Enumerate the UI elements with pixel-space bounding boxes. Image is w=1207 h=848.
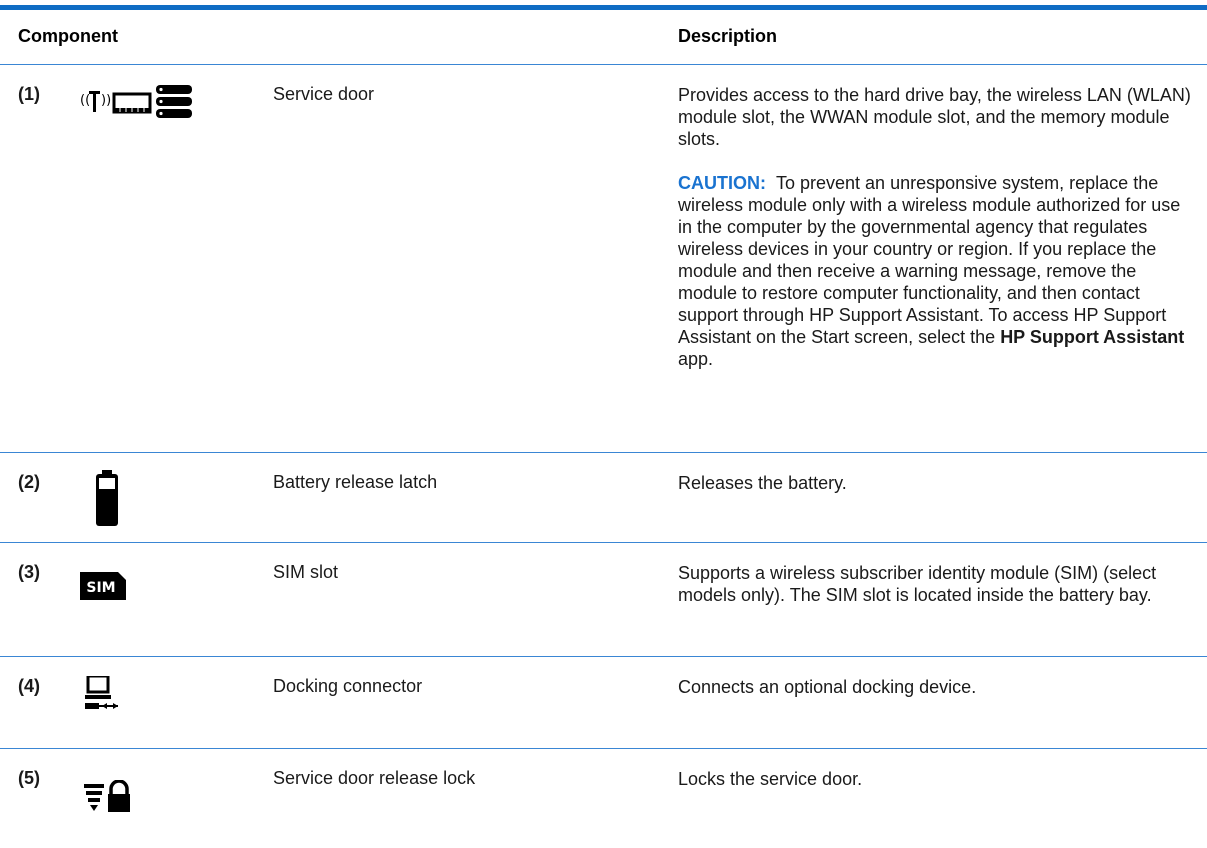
wireless-memory-harddrive-icon: (( )) bbox=[80, 82, 230, 122]
row-number: (2) bbox=[18, 472, 40, 492]
caution-app-name: HP Support Assistant bbox=[1000, 327, 1185, 347]
row-separator bbox=[0, 748, 1207, 749]
service-door-lock-icon bbox=[84, 780, 134, 814]
svg-text:SIM: SIM bbox=[86, 580, 115, 596]
description-text: Provides access to the hard drive bay, t… bbox=[678, 85, 1191, 149]
component-name: Service door release lock bbox=[273, 768, 476, 788]
component-name: Service door bbox=[273, 84, 375, 104]
battery-icon bbox=[96, 470, 118, 526]
row-separator bbox=[0, 452, 1207, 453]
component-description: Locks the service door. bbox=[678, 769, 863, 789]
component-table: Component Description (1) (( )) Service … bbox=[0, 0, 1207, 848]
top-rule bbox=[0, 5, 1207, 10]
header-component: Component bbox=[18, 26, 118, 46]
caution-note: CAUTION: To prevent an unresponsive syste… bbox=[678, 172, 1198, 370]
caution-text: To prevent an unresponsive system, repla… bbox=[678, 173, 1181, 347]
component-description: Provides access to the hard drive bay, t… bbox=[678, 84, 1198, 370]
component-name: Battery release latch bbox=[273, 472, 438, 492]
svg-text:((: (( bbox=[80, 93, 90, 108]
component-description: Supports a wireless subscriber identity … bbox=[678, 563, 1157, 605]
caution-label: CAUTION: bbox=[678, 173, 766, 193]
component-name: Docking connector bbox=[273, 676, 423, 696]
component-description: Releases the battery. bbox=[678, 473, 847, 493]
caution-tail: app. bbox=[678, 349, 714, 369]
header-separator bbox=[0, 64, 1207, 65]
component-name: SIM slot bbox=[273, 562, 339, 582]
sim-card-icon: SIM bbox=[80, 572, 126, 600]
row-number: (4) bbox=[18, 676, 40, 696]
row-separator bbox=[0, 542, 1207, 543]
header-description: Description bbox=[678, 26, 778, 46]
row-number: (3) bbox=[18, 562, 40, 582]
row-number: (1) bbox=[18, 84, 40, 104]
svg-text:)): )) bbox=[101, 93, 111, 108]
row-number: (5) bbox=[18, 768, 40, 788]
row-separator bbox=[0, 656, 1207, 657]
docking-connector-icon bbox=[84, 676, 122, 714]
component-description: Connects an optional docking device. bbox=[678, 677, 977, 697]
